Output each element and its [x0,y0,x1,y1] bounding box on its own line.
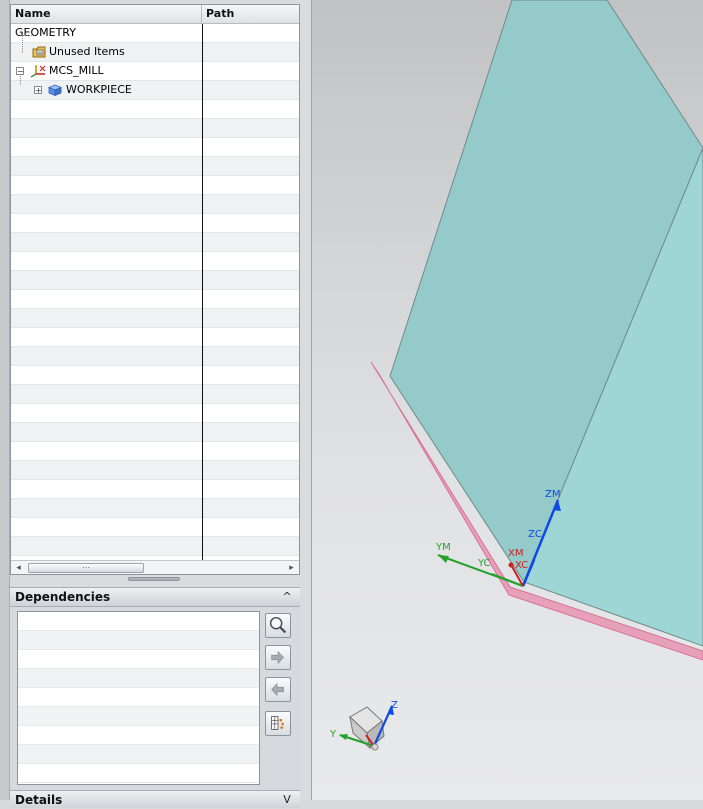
dependencies-header[interactable]: Dependencies ^ [10,587,300,607]
tree-row-empty [11,214,299,233]
x-axis-origin-dot [508,562,514,568]
dependencies-title: Dependencies [15,590,111,604]
mcs-coordinate-icon [30,65,46,78]
tree-row-empty [11,499,299,518]
tree-row-empty [11,347,299,366]
tree-item-label: Unused Items [49,45,125,58]
tree-row-empty [11,100,299,119]
dependency-row [18,745,259,764]
xc-label: XC [515,560,528,571]
details-title: Details [15,793,63,807]
column-header-name[interactable]: Name [11,5,202,23]
tree-row-empty [11,423,299,442]
model-view: ZM ZC YM YC XM XC Z Y [329,0,703,751]
tree-row-empty [11,138,299,157]
triad-y-label: Y [329,729,337,740]
expand-toggle[interactable]: + [34,86,42,95]
yc-label: YC [477,558,491,569]
dependency-row [18,669,259,688]
xm-label: XM [508,548,523,559]
operation-navigator-panel: Name Path GEOMETRY Unused Items − MCS_MI… [10,0,312,808]
tree-row-empty [11,309,299,328]
details-header[interactable]: Details V [10,790,300,808]
dependency-row [18,612,259,631]
collapse-dependencies-button[interactable]: ^ [280,589,294,605]
show-dependencies-button[interactable] [265,711,291,736]
geometry-tree: Name Path GEOMETRY Unused Items − MCS_MI… [10,4,300,575]
tree-row-empty [11,233,299,252]
dependencies-list[interactable] [17,611,260,785]
next-button[interactable] [265,645,291,670]
tree-row-empty [11,366,299,385]
triad-z-label: Z [391,700,398,711]
tree-row-geometry[interactable]: GEOMETRY [11,24,299,43]
tree-rows: GEOMETRY Unused Items − MCS_MILL + WORKP… [11,24,299,561]
previous-button[interactable] [265,677,291,702]
search-button[interactable] [265,613,291,638]
left-resource-bar [0,0,10,800]
zc-label: ZC [528,529,542,540]
tree-row-mcs-mill[interactable]: − MCS_MILL [11,62,299,81]
ym-label: YM [435,542,451,553]
tree-row-empty [11,271,299,290]
panel-splitter-handle[interactable] [128,577,180,581]
tree-row-empty [11,195,299,214]
view-triad[interactable]: Z Y [329,700,398,751]
tree-row-empty [11,176,299,195]
hierarchy-icon [271,716,284,730]
tree-row-empty [11,518,299,537]
dependency-row [18,631,259,650]
tree-row-empty [11,461,299,480]
arrow-left-icon [271,682,284,697]
dependency-row [18,688,259,707]
tree-row-unused-items[interactable]: Unused Items [11,35,299,62]
tree-item-label: WORKPIECE [66,83,132,96]
tree-row-empty [11,442,299,461]
scroll-right-button[interactable]: ▸ [285,562,298,574]
tree-row-workpiece[interactable]: + WORKPIECE [11,76,299,100]
zm-label: ZM [545,489,560,500]
dependency-row [18,650,259,669]
scroll-left-button[interactable]: ◂ [12,562,25,574]
tree-connector [20,76,21,85]
tree-row-empty [11,385,299,404]
tree-item-label: MCS_MILL [49,64,104,77]
scrollbar-thumb[interactable]: ⋯ [28,563,144,573]
tree-header: Name Path [11,5,299,24]
magnifier-icon [269,616,287,634]
horizontal-scrollbar[interactable]: ◂ ⋯ ▸ [11,560,299,574]
arrow-right-icon [271,650,284,665]
tree-row-empty [11,157,299,176]
dependency-row [18,764,259,783]
tree-row-empty [11,537,299,556]
triad-y-arrowhead [339,734,348,740]
tree-connector [22,35,32,53]
tree-row-empty [11,290,299,309]
column-header-path[interactable]: Path [202,5,299,23]
expand-details-button[interactable]: V [280,792,294,808]
tree-row-empty [11,480,299,499]
tree-row-empty [11,328,299,347]
column-divider[interactable] [202,24,203,561]
tree-row-empty [11,252,299,271]
folder-icon [32,46,46,58]
dependencies-body [10,607,300,790]
workpiece-cube-icon [48,84,62,96]
tree-row-empty [11,119,299,138]
dependency-row [18,707,259,726]
ym-axis-arrowhead [438,555,449,563]
collapse-toggle[interactable]: − [16,67,24,76]
graphics-viewport[interactable]: ZM ZC YM YC XM XC Z Y [312,0,703,800]
triad-origin [371,743,379,751]
tree-row-empty [11,404,299,423]
dependency-row [18,726,259,745]
